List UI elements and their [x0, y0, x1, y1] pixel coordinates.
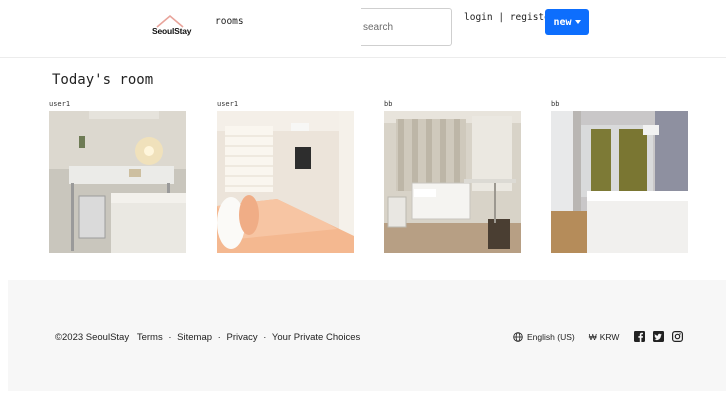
footer-links: ©2023 SeoulStay Terms · Sitemap · Privac… [55, 332, 360, 343]
new-button-label: new [553, 16, 572, 28]
search-box [361, 8, 452, 46]
globe-icon [513, 331, 523, 342]
currency-symbol: ₩ [588, 331, 597, 342]
room-card[interactable]: bb [384, 99, 521, 253]
link-separator: · [263, 332, 267, 343]
private-choices-link[interactable]: Your Private Choices [272, 332, 360, 343]
copyright: ©2023 SeoulStay [55, 332, 130, 343]
logo[interactable]: SeoulStay [150, 14, 196, 40]
footer-settings: English (US) ₩ KRW [513, 331, 684, 342]
room-card[interactable]: bb [551, 99, 688, 253]
room-card[interactable]: user1 [49, 99, 186, 253]
section-title: Today's room [52, 72, 154, 88]
login-link[interactable]: login [464, 12, 493, 23]
privacy-link[interactable]: Privacy [226, 332, 257, 343]
card-username: bb [384, 100, 393, 108]
room-photo[interactable] [49, 111, 186, 253]
room-photo[interactable] [551, 111, 688, 253]
facebook-icon[interactable] [634, 331, 646, 342]
twitter-icon[interactable] [653, 331, 665, 342]
header: SeoulStay rooms login | register new [0, 0, 726, 58]
sitemap-link[interactable]: Sitemap [177, 332, 212, 343]
room-photo[interactable] [384, 111, 521, 253]
currency-selector[interactable]: ₩ KRW [589, 332, 620, 342]
card-username: bb [551, 100, 560, 108]
card-username: user1 [217, 100, 239, 108]
language-selector[interactable]: English (US) [513, 332, 575, 342]
auth-links: login | register [464, 12, 556, 23]
instagram-icon[interactable] [672, 331, 684, 342]
terms-link[interactable]: Terms [137, 332, 163, 343]
card-username: user1 [49, 100, 71, 108]
currency-label: KRW [599, 331, 620, 342]
footer: ©2023 SeoulStay Terms · Sitemap · Privac… [8, 280, 726, 391]
caret-down-icon [574, 19, 581, 24]
nav-rooms-link[interactable]: rooms [215, 16, 244, 27]
auth-separator: | [498, 12, 505, 23]
new-dropdown-button[interactable]: new [545, 9, 589, 35]
search-input[interactable] [361, 9, 451, 45]
logo-text: SeoulStay [152, 26, 192, 36]
link-separator: · [168, 332, 172, 343]
link-separator: · [217, 332, 221, 343]
language-label: English (US) [527, 331, 575, 342]
room-card[interactable]: user1 [217, 99, 354, 253]
room-photo[interactable] [217, 111, 354, 253]
